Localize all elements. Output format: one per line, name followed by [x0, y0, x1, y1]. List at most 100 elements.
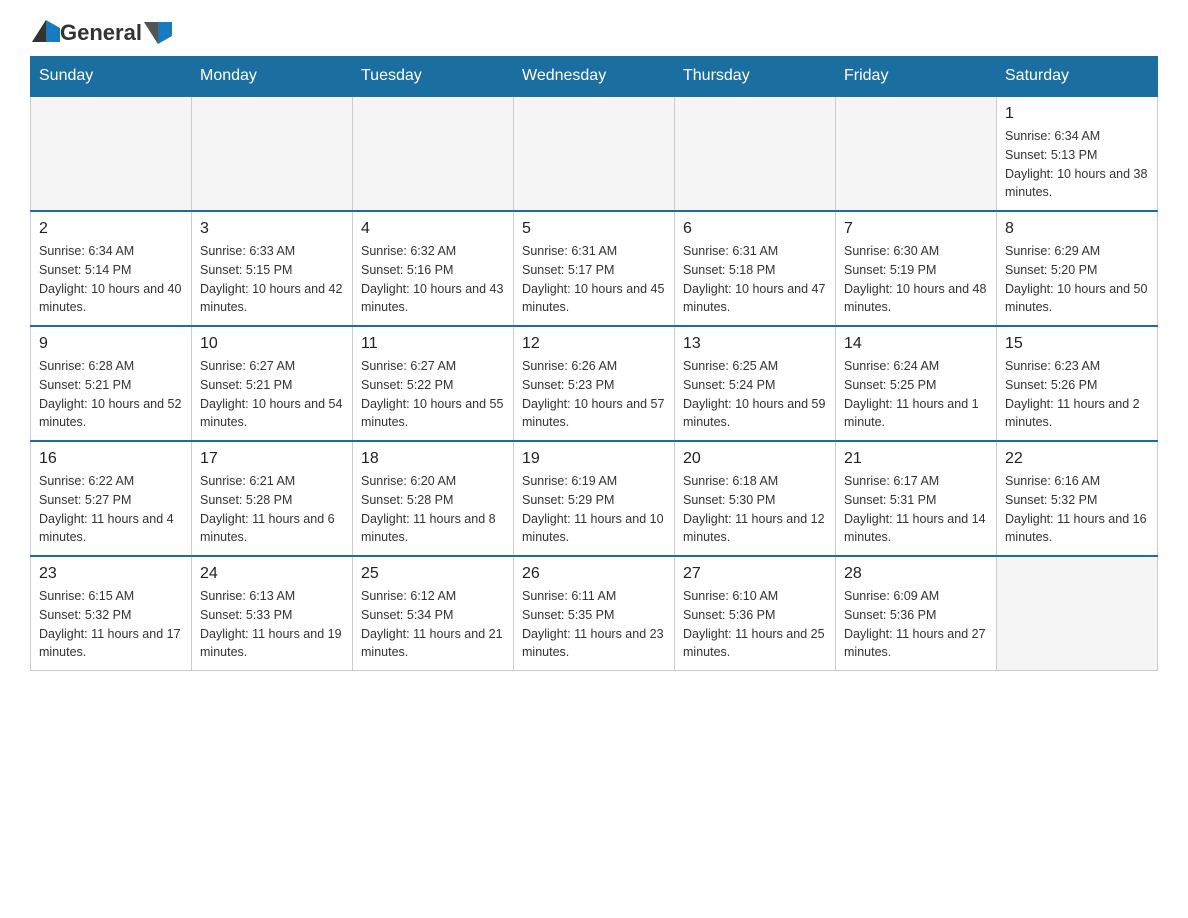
calendar-cell: 26 Sunrise: 6:11 AMSunset: 5:35 PMDayligh… [514, 556, 675, 671]
calendar-cell [514, 96, 675, 211]
calendar-cell: 19 Sunrise: 6:19 AMSunset: 5:29 PMDayligh… [514, 441, 675, 556]
day-info: Sunrise: 6:30 AMSunset: 5:19 PMDaylight:… [844, 242, 988, 317]
days-of-week-row: SundayMondayTuesdayWednesdayThursdayFrid… [31, 57, 1158, 97]
day-info: Sunrise: 6:32 AMSunset: 5:16 PMDaylight:… [361, 242, 505, 317]
day-number: 6 [683, 220, 827, 238]
calendar-cell: 24 Sunrise: 6:13 AMSunset: 5:33 PMDayligh… [192, 556, 353, 671]
calendar-cell: 14Sunrise: 6:24 AMSunset: 5:25 PMDayligh… [836, 326, 997, 441]
day-info: Sunrise: 6:15 AMSunset: 5:32 PMDaylight:… [39, 587, 183, 662]
day-number: 9 [39, 335, 183, 353]
day-number: 18 [361, 450, 505, 468]
day-info: Sunrise: 6:27 AMSunset: 5:21 PMDaylight:… [200, 357, 344, 432]
calendar-cell: 27 Sunrise: 6:10 AMSunset: 5:36 PMDayligh… [675, 556, 836, 671]
calendar-cell: 20 Sunrise: 6:18 AMSunset: 5:30 PMDayligh… [675, 441, 836, 556]
day-number: 26 [522, 565, 666, 583]
calendar-cell: 5 Sunrise: 6:31 AMSunset: 5:17 PMDaylight… [514, 211, 675, 326]
day-number: 1 [1005, 105, 1149, 123]
calendar-cell [836, 96, 997, 211]
day-number: 19 [522, 450, 666, 468]
day-info: Sunrise: 6:34 AMSunset: 5:14 PMDaylight:… [39, 242, 183, 317]
calendar-cell: 11 Sunrise: 6:27 AMSunset: 5:22 PMDayligh… [353, 326, 514, 441]
logo [30, 20, 60, 42]
day-number: 4 [361, 220, 505, 238]
day-number: 14 [844, 335, 988, 353]
day-info: Sunrise: 6:26 AMSunset: 5:23 PMDaylight:… [522, 357, 666, 432]
calendar-cell: 12 Sunrise: 6:26 AMSunset: 5:23 PMDayligh… [514, 326, 675, 441]
day-info: Sunrise: 6:11 AMSunset: 5:35 PMDaylight:… [522, 587, 666, 662]
day-info: Sunrise: 6:25 AMSunset: 5:24 PMDaylight:… [683, 357, 827, 432]
day-info: Sunrise: 6:19 AMSunset: 5:29 PMDaylight:… [522, 472, 666, 547]
day-number: 3 [200, 220, 344, 238]
page-header: General [30, 20, 1158, 46]
day-number: 21 [844, 450, 988, 468]
calendar-cell: 6 Sunrise: 6:31 AMSunset: 5:18 PMDaylight… [675, 211, 836, 326]
calendar-cell: 23Sunrise: 6:15 AMSunset: 5:32 PMDayligh… [31, 556, 192, 671]
calendar-week-2: 2Sunrise: 6:34 AMSunset: 5:14 PMDaylight… [31, 211, 1158, 326]
day-number: 25 [361, 565, 505, 583]
calendar-body: 1 Sunrise: 6:34 AMSunset: 5:13 PMDaylight… [31, 96, 1158, 671]
calendar-cell: 17 Sunrise: 6:21 AMSunset: 5:28 PMDayligh… [192, 441, 353, 556]
calendar-cell: 4 Sunrise: 6:32 AMSunset: 5:16 PMDaylight… [353, 211, 514, 326]
calendar-week-4: 16 Sunrise: 6:22 AMSunset: 5:27 PMDayligh… [31, 441, 1158, 556]
day-info: Sunrise: 6:18 AMSunset: 5:30 PMDaylight:… [683, 472, 827, 547]
weekday-header-monday: Monday [192, 57, 353, 97]
weekday-header-friday: Friday [836, 57, 997, 97]
logo-chevron-icon [144, 22, 172, 44]
day-info: Sunrise: 6:10 AMSunset: 5:36 PMDaylight:… [683, 587, 827, 662]
calendar-cell: 1 Sunrise: 6:34 AMSunset: 5:13 PMDaylight… [997, 96, 1158, 211]
day-number: 27 [683, 565, 827, 583]
day-number: 20 [683, 450, 827, 468]
day-info: Sunrise: 6:21 AMSunset: 5:28 PMDaylight:… [200, 472, 344, 547]
calendar-cell: 2Sunrise: 6:34 AMSunset: 5:14 PMDaylight… [31, 211, 192, 326]
logo-general-text2: General [60, 20, 142, 46]
day-info: Sunrise: 6:09 AMSunset: 5:36 PMDaylight:… [844, 587, 988, 662]
weekday-header-tuesday: Tuesday [353, 57, 514, 97]
day-info: Sunrise: 6:13 AMSunset: 5:33 PMDaylight:… [200, 587, 344, 662]
day-info: Sunrise: 6:28 AMSunset: 5:21 PMDaylight:… [39, 357, 183, 432]
calendar-cell [353, 96, 514, 211]
day-info: Sunrise: 6:27 AMSunset: 5:22 PMDaylight:… [361, 357, 505, 432]
calendar-cell: 3Sunrise: 6:33 AMSunset: 5:15 PMDaylight… [192, 211, 353, 326]
day-info: Sunrise: 6:29 AMSunset: 5:20 PMDaylight:… [1005, 242, 1149, 317]
weekday-header-thursday: Thursday [675, 57, 836, 97]
calendar-cell: 16 Sunrise: 6:22 AMSunset: 5:27 PMDayligh… [31, 441, 192, 556]
day-info: Sunrise: 6:34 AMSunset: 5:13 PMDaylight:… [1005, 127, 1149, 202]
day-number: 11 [361, 335, 505, 353]
day-number: 12 [522, 335, 666, 353]
day-info: Sunrise: 6:16 AMSunset: 5:32 PMDaylight:… [1005, 472, 1149, 547]
day-info: Sunrise: 6:23 AMSunset: 5:26 PMDaylight:… [1005, 357, 1149, 432]
weekday-header-wednesday: Wednesday [514, 57, 675, 97]
calendar-cell: 13 Sunrise: 6:25 AMSunset: 5:24 PMDayligh… [675, 326, 836, 441]
calendar-cell [192, 96, 353, 211]
calendar-cell: 22 Sunrise: 6:16 AMSunset: 5:32 PMDayligh… [997, 441, 1158, 556]
calendar-header: SundayMondayTuesdayWednesdayThursdayFrid… [31, 57, 1158, 97]
calendar-table: SundayMondayTuesdayWednesdayThursdayFrid… [30, 56, 1158, 671]
calendar-cell: 7Sunrise: 6:30 AMSunset: 5:19 PMDaylight… [836, 211, 997, 326]
day-info: Sunrise: 6:22 AMSunset: 5:27 PMDaylight:… [39, 472, 183, 547]
calendar-week-3: 9 Sunrise: 6:28 AMSunset: 5:21 PMDaylight… [31, 326, 1158, 441]
weekday-header-saturday: Saturday [997, 57, 1158, 97]
calendar-cell: 18 Sunrise: 6:20 AMSunset: 5:28 PMDayligh… [353, 441, 514, 556]
day-number: 16 [39, 450, 183, 468]
day-number: 17 [200, 450, 344, 468]
day-number: 13 [683, 335, 827, 353]
calendar-cell: 25Sunrise: 6:12 AMSunset: 5:34 PMDayligh… [353, 556, 514, 671]
day-number: 28 [844, 565, 988, 583]
calendar-cell: 9 Sunrise: 6:28 AMSunset: 5:21 PMDaylight… [31, 326, 192, 441]
day-info: Sunrise: 6:20 AMSunset: 5:28 PMDaylight:… [361, 472, 505, 547]
day-number: 8 [1005, 220, 1149, 238]
calendar-cell: 8 Sunrise: 6:29 AMSunset: 5:20 PMDaylight… [997, 211, 1158, 326]
day-number: 24 [200, 565, 344, 583]
day-info: Sunrise: 6:31 AMSunset: 5:18 PMDaylight:… [683, 242, 827, 317]
day-info: Sunrise: 6:31 AMSunset: 5:17 PMDaylight:… [522, 242, 666, 317]
calendar-cell: 21Sunrise: 6:17 AMSunset: 5:31 PMDayligh… [836, 441, 997, 556]
calendar-week-5: 23Sunrise: 6:15 AMSunset: 5:32 PMDayligh… [31, 556, 1158, 671]
logo-icon [32, 20, 60, 42]
calendar-cell [675, 96, 836, 211]
calendar-week-1: 1 Sunrise: 6:34 AMSunset: 5:13 PMDaylight… [31, 96, 1158, 211]
calendar-cell: 28 Sunrise: 6:09 AMSunset: 5:36 PMDayligh… [836, 556, 997, 671]
calendar-cell: 10Sunrise: 6:27 AMSunset: 5:21 PMDayligh… [192, 326, 353, 441]
calendar-cell [997, 556, 1158, 671]
day-number: 22 [1005, 450, 1149, 468]
day-number: 5 [522, 220, 666, 238]
